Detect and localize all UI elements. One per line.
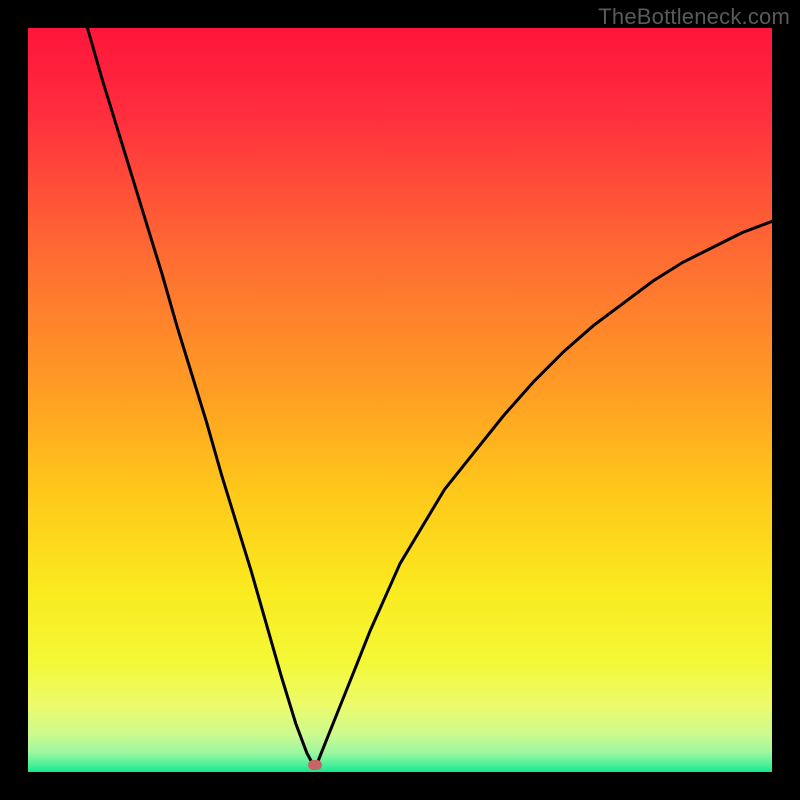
- minimum-marker: [308, 760, 322, 770]
- watermark-text: TheBottleneck.com: [598, 4, 790, 30]
- plot-area: [28, 28, 772, 772]
- gradient-background: [28, 28, 772, 772]
- chart-svg: [28, 28, 772, 772]
- chart-frame: TheBottleneck.com: [0, 0, 800, 800]
